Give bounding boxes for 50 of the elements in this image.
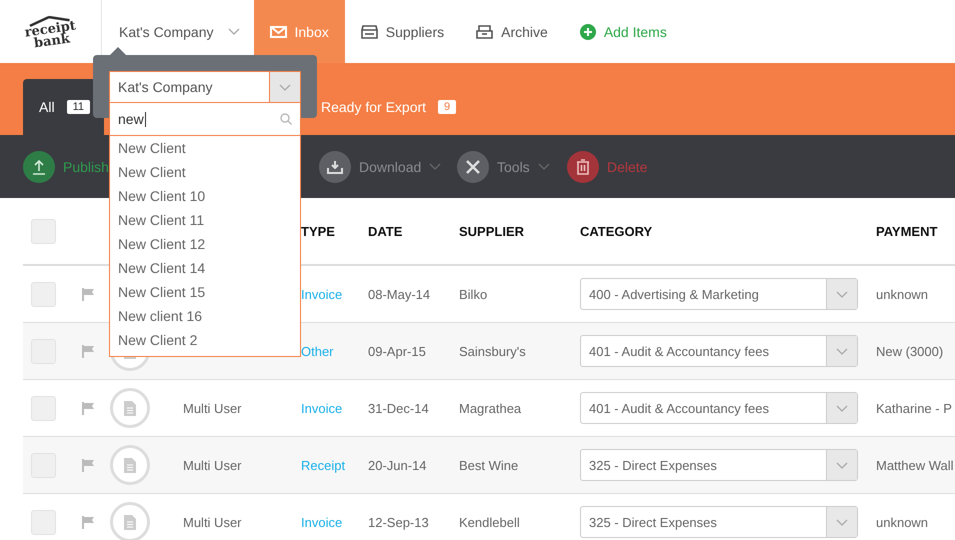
dropdown-option[interactable]: New Client 11 [110, 208, 300, 232]
user-cell-text: Multi User [183, 458, 243, 472]
filter-tab[interactable]: All 11 [23, 79, 104, 135]
supplier-cell-text: Magrathea [459, 400, 522, 416]
dropdown-option[interactable]: New Client 12 [110, 232, 300, 256]
category-select[interactable]: 400 - Advertising & Marketing [580, 278, 858, 310]
payment-cell-text: unknown [876, 514, 930, 530]
dropdown-option[interactable]: New Client 14 [110, 256, 300, 280]
company-switcher[interactable]: Kat's Company [102, 0, 254, 63]
dropdown-option[interactable]: New Client 15 [110, 280, 300, 304]
column-header: SUPPLIER [459, 224, 526, 238]
nav-tab[interactable]: Add Items [564, 0, 683, 63]
payment-cell: Matthew Wall [876, 458, 955, 472]
category-select[interactable]: 401 - Audit & Accountancy fees [580, 335, 858, 367]
toolbar-action[interactable]: Publish [63, 158, 109, 174]
category-select[interactable]: 325 - Direct Expenses [580, 506, 858, 538]
column-header: CATEGORY [580, 224, 654, 238]
supplier-cell-text: Sainsbury's [459, 344, 527, 358]
user-cell-text: Multi User [183, 514, 243, 530]
date-cell-text: 09-Apr-15 [368, 344, 427, 358]
toolbar-action[interactable]: Download [359, 158, 422, 174]
dropdown-option[interactable]: New client 16 [110, 304, 300, 328]
count-badge: 9 [438, 100, 456, 114]
receipt-bank-logo[interactable]: receipt bank [22, 12, 78, 51]
supplier-cell-text: Best Wine [459, 458, 520, 472]
date-cell-text: 20-Jun-14 [368, 458, 428, 472]
nav-tab[interactable]: Suppliers [344, 0, 460, 63]
column-header: TYPE [301, 224, 336, 238]
toolbar-action[interactable]: Tools [497, 158, 530, 174]
supplier-cell-text: Bilko [459, 286, 488, 302]
column-header: DATE [368, 224, 404, 238]
payment-cell-text: Katharine - P [876, 400, 953, 416]
date-cell-text: 12-Sep-13 [368, 514, 430, 530]
company-select[interactable]: Kat's Company [109, 71, 301, 103]
category-select[interactable]: 401 - Audit & Accountancy fees [580, 392, 858, 424]
payment-cell-text: New (3000) [876, 344, 944, 358]
date-cell-text: 31-Dec-14 [368, 400, 430, 416]
payment-cell-text: unknown [876, 286, 930, 302]
dropdown-option[interactable]: New Client 2 [110, 328, 300, 352]
nav-tab[interactable]: Archive [460, 0, 564, 63]
user-cell-text: Multi User [183, 400, 243, 416]
dropdown-option[interactable]: New Client [110, 160, 300, 184]
supplier-cell-text: Kendlebell [459, 514, 521, 530]
column-header: PAYMENT [876, 224, 938, 238]
count-badge: 11 [66, 100, 90, 114]
category-select[interactable]: 325 - Direct Expenses [580, 449, 858, 481]
dropdown-option[interactable]: New Client [110, 136, 300, 160]
dropdown-option[interactable]: New Client 10 [110, 184, 300, 208]
date-cell-text: 08-May-14 [368, 286, 432, 302]
search-field[interactable]: new [110, 103, 300, 136]
